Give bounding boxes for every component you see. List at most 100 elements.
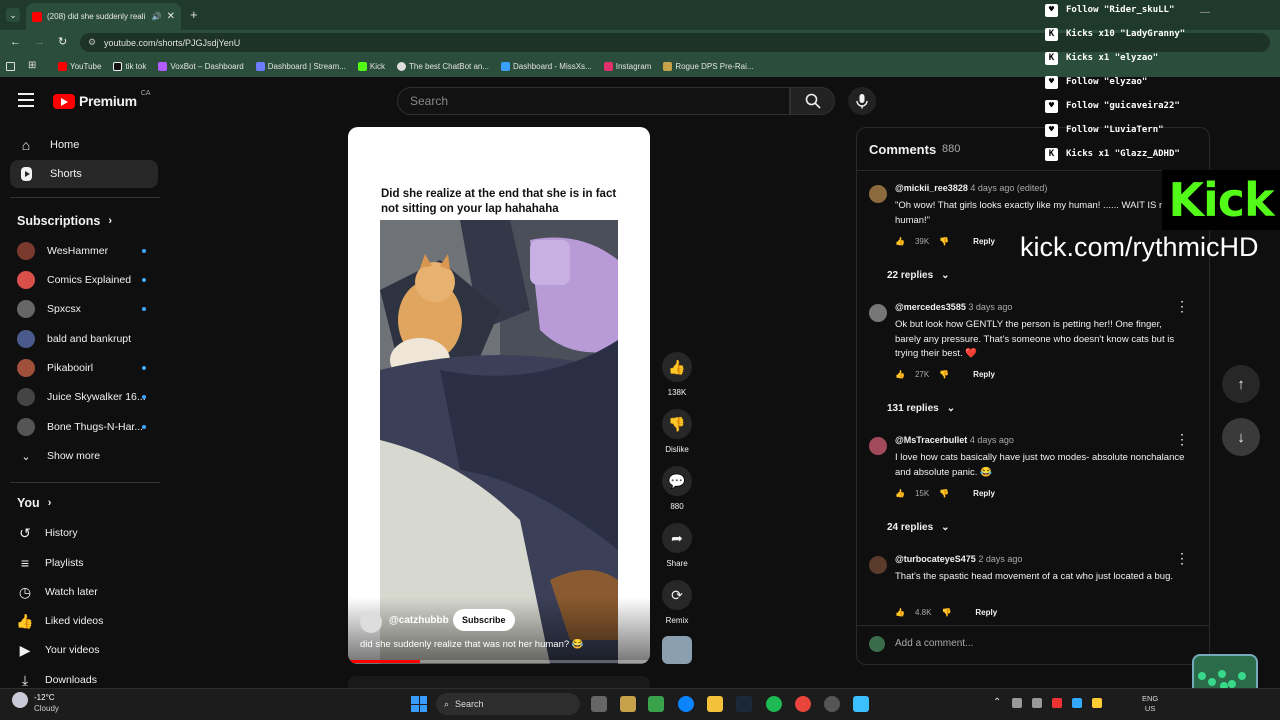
subscription-item[interactable]: Pikaboоirl bbox=[17, 356, 167, 380]
sidebar-item-home[interactable]: ⌂ Home bbox=[10, 131, 158, 159]
obs-icon[interactable] bbox=[824, 696, 840, 712]
bookmark-youtube[interactable]: YouTube bbox=[58, 62, 101, 71]
bookmark-rogue-dps[interactable]: Rogue DPS Pre-Rai... bbox=[663, 62, 754, 71]
thumbs-down-icon[interactable]: 👎 bbox=[939, 370, 949, 379]
bookmark-tiktok[interactable]: tik tok bbox=[113, 62, 146, 71]
app-icon[interactable] bbox=[648, 696, 664, 712]
tray-app-icon[interactable] bbox=[1012, 698, 1022, 708]
tray-app-icon[interactable] bbox=[1032, 698, 1042, 708]
show-more-button[interactable]: ⌄ Show more bbox=[17, 444, 167, 468]
comment-author[interactable]: @turbocateyeS475 bbox=[895, 554, 976, 564]
subscription-item[interactable]: Juice Skywalker 16... bbox=[17, 385, 167, 409]
comments-button[interactable]: 💬 880 bbox=[662, 466, 692, 511]
commenter-avatar[interactable] bbox=[869, 556, 887, 574]
sidebar-item-your-videos[interactable]: ▶ Your videos bbox=[17, 638, 167, 662]
language-indicator[interactable]: ENG US bbox=[1142, 694, 1158, 714]
remix-button[interactable]: ⟳ Remix bbox=[662, 580, 692, 625]
like-button[interactable]: 👍 138K bbox=[662, 352, 692, 397]
subscription-item[interactable]: Spxcsx bbox=[17, 297, 167, 321]
tray-app-icon[interactable] bbox=[1072, 698, 1082, 708]
weather-icon[interactable] bbox=[12, 692, 28, 708]
close-tab-icon[interactable]: ✕ bbox=[167, 11, 175, 22]
browser-tab[interactable]: (208) did she suddenly reali 🔊 ✕ bbox=[26, 3, 181, 30]
bookmark-icon[interactable] bbox=[6, 62, 15, 71]
windows-start-icon[interactable] bbox=[411, 696, 427, 712]
chrome-icon[interactable] bbox=[795, 696, 811, 712]
bookmark-chatbot[interactable]: The best ChatBot an... bbox=[396, 62, 489, 71]
sidebar-item-watch-later[interactable]: ◷ Watch later bbox=[17, 580, 167, 604]
dislike-button[interactable]: 👎 Dislike bbox=[662, 409, 692, 454]
you-heading[interactable]: You › bbox=[17, 496, 51, 510]
short-title[interactable]: did she suddenly realize that was not he… bbox=[360, 639, 640, 650]
thumbs-up-icon[interactable]: 👍 bbox=[895, 370, 905, 379]
channel-name[interactable]: @catzhubbb bbox=[389, 615, 449, 626]
taskbar-search[interactable]: ⌕ Search bbox=[436, 693, 580, 715]
wow-app-icon[interactable] bbox=[620, 696, 636, 712]
bookmark-voxbot[interactable]: VoxBot – Dashboard bbox=[158, 62, 244, 71]
audio-icon[interactable]: 🔊 bbox=[152, 12, 162, 21]
reply-button[interactable]: Reply bbox=[973, 237, 995, 246]
reply-button[interactable]: Reply bbox=[975, 608, 997, 617]
subscription-item[interactable]: bald and bankrupt bbox=[17, 327, 167, 351]
channel-avatar[interactable] bbox=[360, 611, 382, 633]
bookmark-instagram[interactable]: Instagram bbox=[603, 62, 651, 71]
thumbs-up-icon[interactable]: 👍 bbox=[895, 608, 905, 617]
file-explorer-icon[interactable] bbox=[707, 696, 723, 712]
next-short-button[interactable]: ↓ bbox=[1222, 418, 1260, 456]
short-player[interactable]: Did she realize at the end that she is i… bbox=[348, 127, 650, 664]
reply-button[interactable]: Reply bbox=[973, 370, 995, 379]
sidebar-item-shorts[interactable]: Shorts bbox=[10, 160, 158, 188]
youtube-premium-logo[interactable]: Premium CA bbox=[53, 90, 151, 109]
notepad-icon[interactable] bbox=[853, 696, 869, 712]
menu-icon[interactable] bbox=[18, 93, 34, 107]
comment-author[interactable]: @MsTracerbullet bbox=[895, 435, 967, 445]
thumbs-down-icon[interactable]: 👎 bbox=[939, 237, 949, 246]
tray-app-icon[interactable] bbox=[1092, 698, 1102, 708]
more-options-icon[interactable]: ⋮ bbox=[1175, 431, 1189, 448]
thumbs-down-icon[interactable]: 👎 bbox=[939, 489, 949, 498]
bookmark-missxs[interactable]: Dashboard - MissXs... bbox=[501, 62, 592, 71]
replies-toggle[interactable]: 22 replies ⌄ bbox=[887, 270, 950, 281]
thumbs-down-icon[interactable]: 👎 bbox=[941, 608, 951, 617]
more-options-icon[interactable]: ⋮ bbox=[1175, 550, 1189, 567]
spotify-icon[interactable] bbox=[766, 696, 782, 712]
reload-icon[interactable]: ↻ bbox=[58, 35, 67, 48]
weather-temp[interactable]: -12°C bbox=[34, 693, 55, 702]
subscribe-button[interactable]: Subscribe bbox=[453, 609, 515, 631]
progress-bar[interactable] bbox=[348, 660, 650, 663]
subscription-item[interactable]: WesHammer bbox=[17, 239, 167, 263]
bookmark-streamlabs[interactable]: Dashboard | Stream... bbox=[255, 62, 346, 71]
bookmark-kick[interactable]: Kick bbox=[357, 62, 385, 71]
edge-icon[interactable] bbox=[678, 696, 694, 712]
share-button[interactable]: ➦ Share bbox=[662, 523, 692, 568]
tab-search-icon[interactable]: ⌄ bbox=[6, 8, 20, 22]
commenter-avatar[interactable] bbox=[869, 185, 887, 203]
site-info-icon[interactable]: ⚙ bbox=[88, 37, 96, 48]
previous-short-button[interactable]: ↑ bbox=[1222, 365, 1260, 403]
search-input[interactable]: Search bbox=[397, 87, 790, 115]
sound-thumbnail[interactable] bbox=[662, 636, 692, 664]
sidebar-item-liked-videos[interactable]: 👍 Liked videos bbox=[16, 609, 167, 633]
thumbs-up-icon[interactable]: 👍 bbox=[895, 237, 905, 246]
comment-author[interactable]: @mickii_ree3828 bbox=[895, 183, 968, 193]
new-tab-icon[interactable]: + bbox=[190, 7, 198, 22]
replies-toggle[interactable]: 24 replies ⌄ bbox=[887, 522, 950, 533]
tray-chevron-icon[interactable]: ⌃ bbox=[993, 697, 1001, 708]
task-view-icon[interactable] bbox=[591, 696, 607, 712]
subscription-item[interactable]: Comics Explained bbox=[17, 268, 167, 292]
steam-icon[interactable] bbox=[736, 696, 752, 712]
comment-author[interactable]: @mercedes3585 bbox=[895, 302, 966, 312]
sidebar-item-playlists[interactable]: ≡ Playlists bbox=[17, 551, 167, 575]
search-button[interactable] bbox=[790, 87, 835, 115]
forward-icon[interactable]: → bbox=[34, 36, 45, 48]
sidebar-item-history[interactable]: ↺ History bbox=[17, 521, 167, 545]
apps-icon[interactable]: ⊞ bbox=[28, 60, 36, 71]
commenter-avatar[interactable] bbox=[869, 437, 887, 455]
more-options-icon[interactable]: ⋮ bbox=[1175, 298, 1189, 315]
replies-toggle[interactable]: 131 replies ⌄ bbox=[887, 403, 955, 414]
tray-app-icon[interactable] bbox=[1052, 698, 1062, 708]
add-comment-input[interactable]: Add a comment... bbox=[895, 638, 973, 649]
back-icon[interactable]: ← bbox=[10, 36, 21, 48]
subscriptions-heading[interactable]: Subscriptions › bbox=[17, 214, 112, 228]
reply-button[interactable]: Reply bbox=[973, 489, 995, 498]
